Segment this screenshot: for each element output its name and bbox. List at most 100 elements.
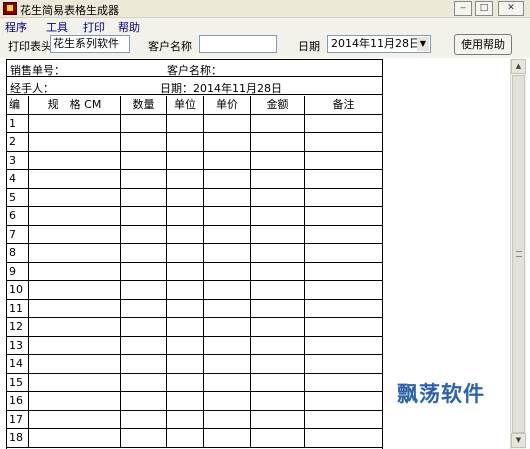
table-cell[interactable] xyxy=(305,244,382,262)
table-cell[interactable] xyxy=(167,392,204,410)
table-cell[interactable] xyxy=(204,336,251,354)
row-number-cell[interactable]: 15 xyxy=(7,373,29,391)
row-number-cell[interactable]: 13 xyxy=(7,336,29,354)
row-number-cell[interactable]: 12 xyxy=(7,318,29,336)
row-number-cell[interactable]: 4 xyxy=(7,170,29,188)
table-cell[interactable] xyxy=(251,336,305,354)
table-cell[interactable] xyxy=(251,114,305,132)
table-cell[interactable] xyxy=(251,262,305,280)
table-cell[interactable] xyxy=(167,336,204,354)
table-cell[interactable] xyxy=(204,170,251,188)
table-cell[interactable] xyxy=(251,410,305,428)
table-cell[interactable] xyxy=(29,244,121,262)
table-cell[interactable] xyxy=(251,429,305,447)
table-cell[interactable] xyxy=(29,151,121,169)
table-cell[interactable] xyxy=(121,281,167,299)
table-cell[interactable] xyxy=(167,225,204,243)
table-cell[interactable] xyxy=(305,226,382,244)
table-cell[interactable] xyxy=(251,355,305,373)
table-cell[interactable] xyxy=(204,133,251,151)
table-cell[interactable] xyxy=(305,355,382,373)
table-cell[interactable] xyxy=(305,263,382,281)
table-cell[interactable] xyxy=(251,392,305,410)
table-cell[interactable] xyxy=(121,207,167,225)
table-cell[interactable] xyxy=(305,152,382,170)
table-cell[interactable] xyxy=(121,188,167,206)
table-cell[interactable] xyxy=(251,170,305,188)
table-cell[interactable] xyxy=(204,225,251,243)
table-cell[interactable] xyxy=(29,281,121,299)
table-cell[interactable] xyxy=(204,410,251,428)
table-cell[interactable] xyxy=(251,188,305,206)
table-cell[interactable] xyxy=(251,133,305,151)
table-cell[interactable] xyxy=(167,114,204,132)
row-number-cell[interactable]: 18 xyxy=(7,429,29,447)
table-cell[interactable] xyxy=(167,281,204,299)
vertical-scrollbar[interactable]: ▲ ▼ xyxy=(510,59,526,449)
table-cell[interactable] xyxy=(251,225,305,243)
table-cell[interactable] xyxy=(121,318,167,336)
table-cell[interactable] xyxy=(204,392,251,410)
table-cell[interactable] xyxy=(121,299,167,317)
table-cell[interactable] xyxy=(121,225,167,243)
scroll-up-button[interactable]: ▲ xyxy=(511,59,526,74)
table-cell[interactable] xyxy=(29,373,121,391)
table-cell[interactable] xyxy=(204,318,251,336)
row-number-cell[interactable]: 3 xyxy=(7,151,29,169)
table-cell[interactable] xyxy=(305,392,382,410)
table-cell[interactable] xyxy=(305,170,382,188)
help-button[interactable]: 使用帮助 xyxy=(454,34,512,55)
table-cell[interactable] xyxy=(29,262,121,280)
table-cell[interactable] xyxy=(305,337,382,355)
table-cell[interactable] xyxy=(305,374,382,392)
table-cell[interactable] xyxy=(29,133,121,151)
table-cell[interactable] xyxy=(121,133,167,151)
table-cell[interactable] xyxy=(121,373,167,391)
table-cell[interactable] xyxy=(204,188,251,206)
table-cell[interactable] xyxy=(29,429,121,447)
table-cell[interactable] xyxy=(204,355,251,373)
row-number-cell[interactable]: 2 xyxy=(7,133,29,151)
table-cell[interactable] xyxy=(305,115,382,133)
table-cell[interactable] xyxy=(305,281,382,299)
table-cell[interactable] xyxy=(204,207,251,225)
table-cell[interactable] xyxy=(204,281,251,299)
table-cell[interactable] xyxy=(29,188,121,206)
table-cell[interactable] xyxy=(29,336,121,354)
table-cell[interactable] xyxy=(251,299,305,317)
table-cell[interactable] xyxy=(204,373,251,391)
table-cell[interactable] xyxy=(29,355,121,373)
table-cell[interactable] xyxy=(121,355,167,373)
table-cell[interactable] xyxy=(121,170,167,188)
table-cell[interactable] xyxy=(167,188,204,206)
table-cell[interactable] xyxy=(167,262,204,280)
table-cell[interactable] xyxy=(167,410,204,428)
customer-input[interactable] xyxy=(199,35,277,53)
row-number-cell[interactable]: 9 xyxy=(7,262,29,280)
table-cell[interactable] xyxy=(167,244,204,262)
scrollbar-thumb[interactable] xyxy=(512,75,525,433)
table-cell[interactable] xyxy=(251,151,305,169)
table-cell[interactable] xyxy=(167,299,204,317)
row-number-cell[interactable]: 11 xyxy=(7,299,29,317)
table-cell[interactable] xyxy=(121,336,167,354)
table-cell[interactable] xyxy=(251,318,305,336)
minimize-button[interactable]: ‒ xyxy=(454,1,472,16)
table-cell[interactable] xyxy=(121,410,167,428)
table-cell[interactable] xyxy=(167,318,204,336)
table-cell[interactable] xyxy=(167,133,204,151)
table-cell[interactable] xyxy=(167,429,204,447)
table-cell[interactable] xyxy=(251,207,305,225)
maximize-button[interactable]: □ xyxy=(475,1,493,16)
row-number-cell[interactable]: 6 xyxy=(7,207,29,225)
table-cell[interactable] xyxy=(251,244,305,262)
table-cell[interactable] xyxy=(29,299,121,317)
table-cell[interactable] xyxy=(29,170,121,188)
table-cell[interactable] xyxy=(121,262,167,280)
close-button[interactable]: ✕ xyxy=(498,1,524,16)
table-cell[interactable] xyxy=(305,429,382,447)
table-cell[interactable] xyxy=(29,410,121,428)
table-cell[interactable] xyxy=(305,189,382,207)
table-cell[interactable] xyxy=(167,355,204,373)
table-cell[interactable] xyxy=(305,207,382,225)
